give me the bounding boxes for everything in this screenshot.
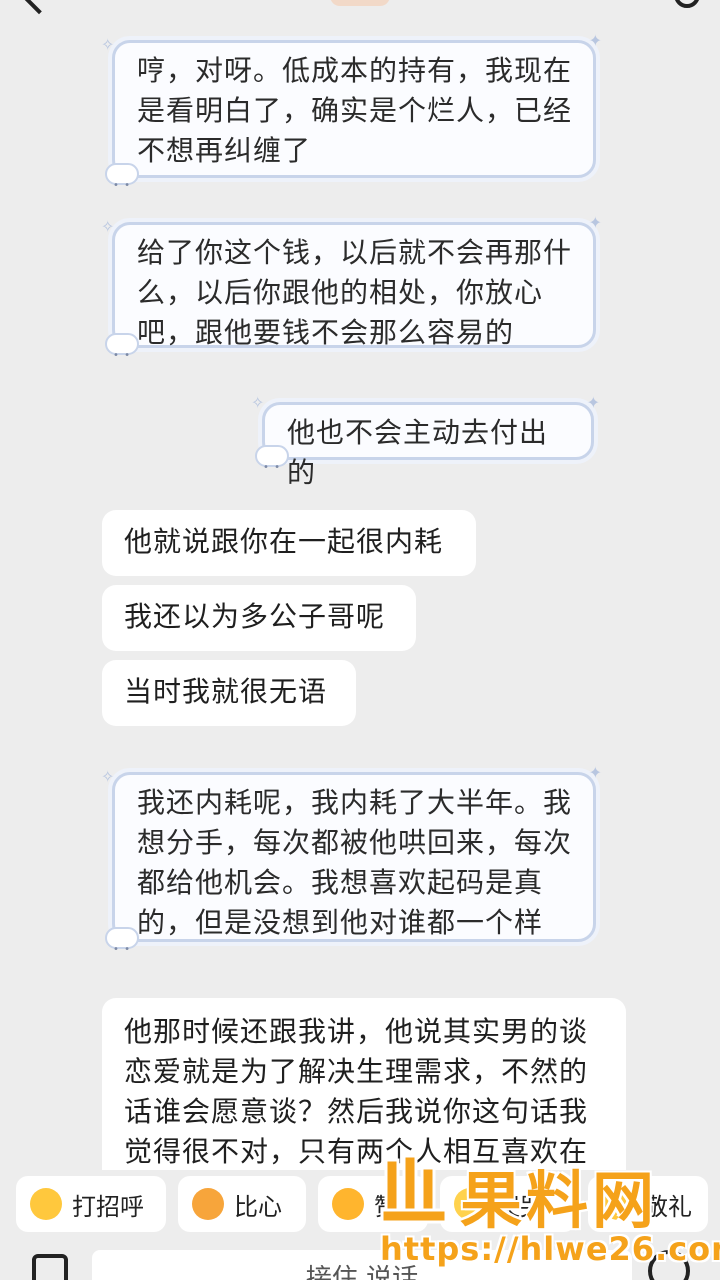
thumbs-up-emoji-icon bbox=[332, 1188, 364, 1220]
quick-reply-salute[interactable]: 敬礼 bbox=[588, 1176, 708, 1232]
quick-reply-label: 哭哭 bbox=[496, 1192, 544, 1221]
cloud-sticker-icon bbox=[255, 445, 289, 488]
message-bubble-sent[interactable]: ✧ ✦ 哼，对呀。低成本的持有，我现在是看明白了，确实是个烂人，已经不想再纠缠了 bbox=[101, 33, 602, 207]
sparkle-icon: ✦ bbox=[588, 31, 603, 50]
message-bubble-received[interactable]: 他那时候还跟我讲，他说其实男的谈恋爱就是为了解决生理需求，不然的话谁会愿意谈？然… bbox=[102, 998, 626, 1170]
message-text: 当时我就很无语 bbox=[124, 675, 328, 708]
sparkle-icon: ✦ bbox=[586, 393, 601, 412]
back-arrow-icon[interactable] bbox=[17, 0, 61, 15]
message-bubble-sent[interactable]: ✧ ✦ 我还内耗呢，我内耗了大半年。我想分手，每次都被他哄回来，每次都给他机会。… bbox=[101, 765, 602, 971]
sparkle-icon: ✦ bbox=[588, 213, 603, 232]
quick-reply-bar: 打招呼 比心 赞 哭哭 敬礼 bbox=[0, 1176, 720, 1234]
message-bubble-received[interactable]: 当时我就很无语 bbox=[102, 660, 356, 726]
wave-emoji-icon bbox=[30, 1188, 62, 1220]
message-text: 我还内耗呢，我内耗了大半年。我想分手，每次都被他哄回来，每次都给他机会。我想喜欢… bbox=[137, 786, 573, 939]
message-text: 他也不会主动去付出的 bbox=[287, 416, 549, 489]
emoji-picker-icon[interactable] bbox=[648, 1250, 690, 1280]
sparkle-icon: ✦ bbox=[588, 763, 603, 782]
salute-emoji-icon bbox=[602, 1188, 634, 1220]
sparkle-icon: ✧ bbox=[251, 393, 266, 412]
message-bubble-received[interactable]: 我还以为多公子哥呢 bbox=[102, 585, 416, 651]
sparkle-icon: ✧ bbox=[101, 767, 116, 786]
quick-reply-heart[interactable]: 比心 bbox=[178, 1176, 306, 1232]
sparkle-icon: ✧ bbox=[101, 217, 116, 236]
cloud-sticker-icon bbox=[105, 333, 139, 376]
cloud-sticker-icon bbox=[105, 163, 139, 206]
quick-reply-label: 比心 bbox=[234, 1192, 282, 1221]
message-input-bar: 接住 说话 bbox=[0, 1240, 720, 1280]
crying-emoji-icon bbox=[454, 1188, 486, 1220]
message-text: 他就说跟你在一起很内耗 bbox=[124, 525, 444, 558]
quick-reply-wave[interactable]: 打招呼 bbox=[16, 1176, 166, 1232]
chat-message-list[interactable]: ✧ ✦ 哼，对呀。低成本的持有，我现在是看明白了，确实是个烂人，已经不想再纠缠了… bbox=[0, 30, 720, 1170]
quick-reply-label: 敬礼 bbox=[644, 1192, 692, 1221]
top-bar bbox=[0, 0, 720, 30]
cloud-sticker-icon bbox=[105, 927, 139, 970]
quick-reply-cry[interactable]: 哭哭 bbox=[440, 1176, 576, 1232]
quick-reply-label: 打招呼 bbox=[72, 1192, 144, 1221]
message-text: 给了你这个钱，以后就不会再那什么，以后你跟他的相处，你放心吧，跟他要钱不会那么容… bbox=[137, 236, 573, 349]
voice-input-icon[interactable] bbox=[32, 1254, 68, 1280]
message-input[interactable]: 接住 说话 bbox=[92, 1250, 632, 1280]
quick-reply-like[interactable]: 赞 bbox=[318, 1176, 428, 1232]
quick-reply-label: 赞 bbox=[374, 1192, 398, 1221]
more-options-icon[interactable] bbox=[674, 0, 700, 8]
contact-avatar bbox=[330, 0, 390, 6]
message-input-placeholder: 接住 说话 bbox=[305, 1264, 419, 1280]
message-text: 他那时候还跟我讲，他说其实男的谈恋爱就是为了解决生理需求，不然的话谁会愿意谈？然… bbox=[124, 1015, 589, 1168]
message-bubble-received[interactable]: 他就说跟你在一起很内耗 bbox=[102, 510, 476, 576]
sparkle-icon: ✧ bbox=[101, 35, 116, 54]
message-bubble-sent[interactable]: ✧ ✦ 他也不会主动去付出的 bbox=[251, 395, 600, 490]
message-bubble-sent[interactable]: ✧ ✦ 给了你这个钱，以后就不会再那什么，以后你跟他的相处，你放心吧，跟他要钱不… bbox=[101, 215, 602, 377]
heart-hands-emoji-icon bbox=[192, 1188, 224, 1220]
message-text: 我还以为多公子哥呢 bbox=[124, 600, 386, 633]
message-text: 哼，对呀。低成本的持有，我现在是看明白了，确实是个烂人，已经不想再纠缠了 bbox=[137, 54, 573, 167]
